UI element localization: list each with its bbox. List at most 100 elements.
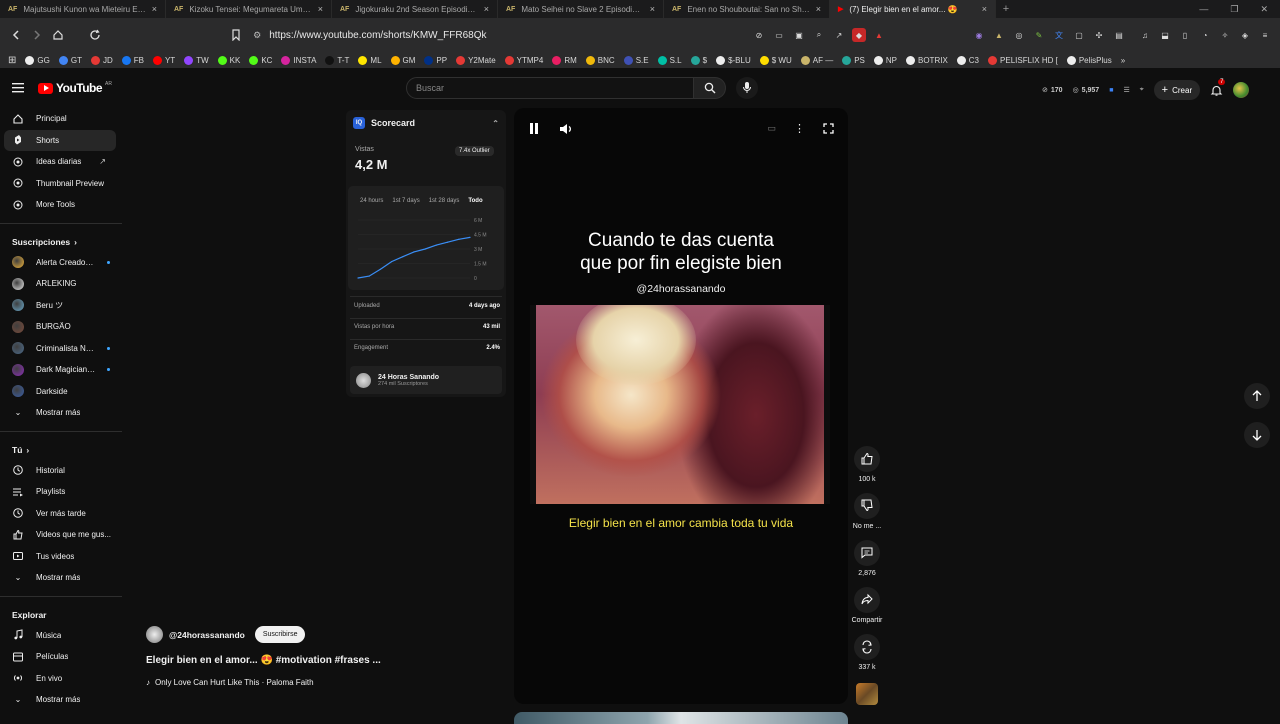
- reload-icon[interactable]: [87, 26, 103, 44]
- sidebar-item-principal[interactable]: Principal: [0, 108, 116, 130]
- bookmark-item[interactable]: PELISFLIX HD [: [988, 55, 1058, 65]
- compass-icon[interactable]: ⌖: [1140, 86, 1144, 94]
- bookmark-item[interactable]: INSTA: [281, 55, 316, 65]
- ext-blue-icon[interactable]: ■: [1109, 87, 1113, 94]
- sound-thumbnail[interactable]: [856, 683, 878, 705]
- sidebar-item-tus-videos[interactable]: Tus videos: [0, 546, 116, 568]
- scorecard-channel[interactable]: 24 Horas Sanando 274 mil Suscriptores: [350, 366, 502, 394]
- bookmark-item[interactable]: YTMP4: [504, 55, 543, 65]
- minimize-icon[interactable]: —: [1199, 4, 1208, 15]
- pause-icon[interactable]: [529, 123, 539, 134]
- range-tab[interactable]: 1st 28 days: [429, 198, 460, 204]
- like-button[interactable]: 100 k: [854, 446, 880, 483]
- dislike-button[interactable]: No me ...: [853, 493, 881, 530]
- sidebar-item-alerta-creadores[interactable]: Alerta Creadores: [0, 252, 116, 274]
- puzzle-icon[interactable]: ✣: [1092, 28, 1106, 42]
- bookmark-item[interactable]: JD: [90, 55, 113, 65]
- rewards-icon[interactable]: ▲: [872, 28, 886, 42]
- tab-close-icon[interactable]: ×: [318, 4, 323, 14]
- share-button[interactable]: Compartir: [852, 587, 882, 624]
- sidebar-item-shorts[interactable]: Shorts: [4, 129, 116, 151]
- bookmark-item[interactable]: PS: [842, 55, 865, 65]
- close-window-icon[interactable]: ✕: [1260, 4, 1268, 15]
- bookmark-item[interactable]: $ WU: [759, 55, 792, 65]
- no-cast-icon[interactable]: ⊘: [752, 28, 766, 42]
- bookmark-item[interactable]: NP: [873, 55, 897, 65]
- sidebar-item-darkside[interactable]: Darkside: [0, 381, 116, 403]
- subscriptions-heading[interactable]: Suscripciones ›: [0, 232, 122, 252]
- site-info-icon[interactable]: ⚙: [253, 30, 261, 41]
- sidebar-item-dark-magician-s[interactable]: Dark Magician S...: [0, 359, 116, 381]
- browser-tab[interactable]: AF Jigokuraku 2nd Season Episodio 1 S ×: [332, 0, 498, 18]
- avatar[interactable]: [1233, 82, 1250, 98]
- channel-avatar[interactable]: [146, 626, 163, 643]
- bookmark-item[interactable]: KC: [249, 55, 272, 65]
- notifications-button[interactable]: 7: [1210, 78, 1226, 97]
- bookmark-item[interactable]: S.L: [657, 55, 682, 65]
- browser-tab[interactable]: ▶ (7) Elegir bien en el amor... 😍 ×: [830, 0, 996, 18]
- sidebar-item-more-tools[interactable]: More Tools: [0, 194, 116, 216]
- youtube-logo[interactable]: YouTube AR: [38, 81, 112, 95]
- bookmark-item[interactable]: T-T: [325, 55, 349, 65]
- bookmark-item[interactable]: ML: [358, 55, 382, 65]
- create-button[interactable]: + Crear: [1153, 80, 1201, 100]
- browser-tab[interactable]: AF Enen no Shouboutai: San no Shou Ep ×: [664, 0, 830, 18]
- screenshot-icon[interactable]: ▣: [792, 28, 806, 42]
- bookmark-item[interactable]: RM: [552, 55, 577, 65]
- you-show-more[interactable]: ⌄ Mostrar más: [0, 567, 116, 589]
- tab-close-icon[interactable]: ×: [650, 4, 655, 14]
- sidebar-item-arleking[interactable]: ARLEKING: [0, 273, 116, 295]
- short-title[interactable]: Elegir bien en el amor... 😍 #motivation …: [146, 655, 381, 666]
- next-short-preview[interactable]: [514, 712, 848, 724]
- browser-tab[interactable]: AF Kizoku Tensei: Megumareta Umare k ×: [166, 0, 332, 18]
- bookmark-item[interactable]: AF —: [800, 55, 833, 65]
- music-queue-icon[interactable]: ♫: [1138, 28, 1152, 42]
- remix-button[interactable]: 337 k: [854, 634, 880, 671]
- sidebar-item-playlists[interactable]: Playlists: [0, 481, 116, 503]
- bookmark-item[interactable]: YT: [152, 55, 175, 65]
- sidebar-item-pel-culas[interactable]: Películas: [0, 646, 116, 668]
- scorecard-header[interactable]: IQ Scorecard ⌃: [346, 110, 506, 136]
- sidebar-item-thumbnail-preview[interactable]: Thumbnail Preview: [0, 173, 116, 195]
- back-icon[interactable]: [8, 26, 24, 44]
- sidebar-item-historial[interactable]: Historial: [0, 460, 116, 482]
- bookmark-item[interactable]: TW: [184, 55, 209, 65]
- voice-search-button[interactable]: [736, 77, 758, 99]
- bookmark-item[interactable]: S.E: [623, 55, 649, 65]
- extension-g-icon[interactable]: ⬓: [1158, 28, 1172, 42]
- bookmark-item[interactable]: PelisPlus: [1066, 55, 1112, 65]
- bookmark-item[interactable]: PP: [424, 55, 447, 65]
- bookmarks-overflow-icon[interactable]: »: [1121, 56, 1125, 65]
- profile-icon[interactable]: ◔: [1198, 28, 1212, 42]
- tab-close-icon[interactable]: ×: [484, 4, 489, 14]
- range-tab[interactable]: 24 hours: [360, 198, 383, 204]
- sidebar-item-ideas-diarias[interactable]: Ideas diarias ↗: [0, 151, 116, 173]
- browser-tab[interactable]: AF Mato Seihei no Slave 2 Episodio 1 S ×: [498, 0, 664, 18]
- sidebar-item-burg-o[interactable]: BURGÃO: [0, 316, 116, 338]
- fullscreen-icon[interactable]: [823, 123, 834, 134]
- short-song[interactable]: ♪ Only Love Can Hurt Like This · Paloma F…: [146, 678, 381, 687]
- bookmark-item[interactable]: GM: [390, 55, 415, 65]
- channel-handle[interactable]: @24horassanando: [169, 630, 245, 640]
- sidebar-toggle-icon[interactable]: ▯: [1178, 28, 1192, 42]
- collapse-icon[interactable]: ⌃: [492, 119, 499, 128]
- bookmark-item[interactable]: GT: [58, 55, 82, 65]
- forward-icon[interactable]: [29, 26, 45, 44]
- brave-shield-icon[interactable]: ◆: [852, 28, 866, 42]
- extension-f-icon[interactable]: ▤: [1112, 28, 1126, 42]
- explore-show-more[interactable]: ⌄ Mostrar más: [0, 689, 116, 711]
- previous-short-button[interactable]: [1244, 383, 1270, 409]
- apps-grid-icon[interactable]: ⊞: [8, 55, 16, 66]
- new-tab-button[interactable]: +: [996, 3, 1016, 15]
- leo-icon[interactable]: ✧: [1218, 28, 1232, 42]
- subs-show-more[interactable]: ⌄ Mostrar más: [0, 402, 116, 424]
- more-options-icon[interactable]: ⋮: [794, 122, 805, 135]
- bookmark-item[interactable]: BOTRIX: [906, 55, 948, 65]
- zoom-icon[interactable]: ⌕: [812, 28, 826, 42]
- bookmark-item[interactable]: GG: [25, 55, 50, 65]
- bookmark-item[interactable]: FB: [121, 55, 144, 65]
- url-field[interactable]: ⚙ https://www.youtube.com/shorts/KMW_FFR…: [253, 30, 752, 41]
- bookmark-icon[interactable]: [228, 26, 244, 44]
- extension-c-icon[interactable]: ◎: [1012, 28, 1026, 42]
- range-tab[interactable]: Todo: [468, 198, 482, 204]
